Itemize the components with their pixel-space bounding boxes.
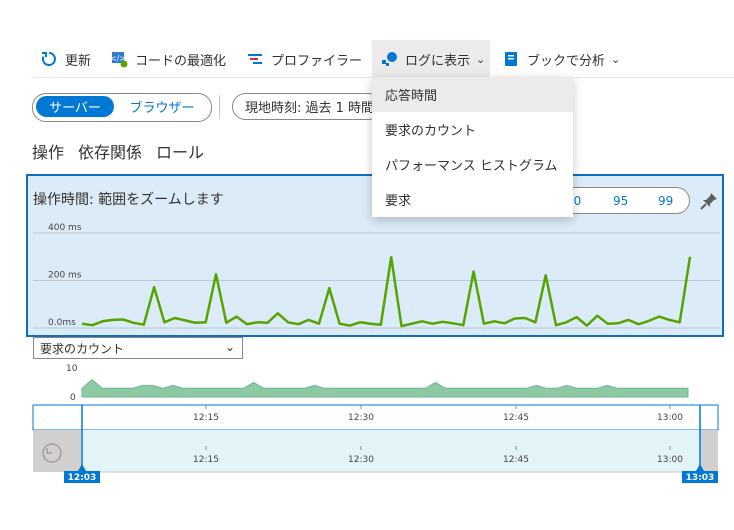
workbook-icon bbox=[502, 50, 520, 68]
x-tick-label: 12:45 bbox=[503, 413, 529, 423]
start-time-label: 12:03 bbox=[68, 473, 97, 483]
y-tick-label: 10 bbox=[66, 364, 78, 374]
browser-toggle-button[interactable]: ブラウザー bbox=[118, 96, 206, 117]
x-tick-label: 12:30 bbox=[348, 413, 374, 423]
menu-item-requests[interactable]: 要求 bbox=[372, 182, 573, 217]
time-brush-area bbox=[33, 430, 718, 472]
category-tabs: 操作 依存関係 ロール bbox=[32, 139, 204, 162]
x-tick-label: 12:15 bbox=[193, 413, 219, 423]
profiler-icon bbox=[246, 50, 264, 68]
refresh-button[interactable]: 更新 bbox=[40, 40, 91, 78]
tab-dependencies[interactable]: 依存関係 bbox=[78, 139, 142, 162]
y-tick-label: 400 ms bbox=[48, 223, 82, 233]
command-toolbar: 更新 </> コードの最適化 プロファイラー ログに表示 ⌄ ブックで分析 ⌄ bbox=[0, 40, 734, 78]
y-tick-label: 0.0ms bbox=[48, 318, 76, 328]
pin-icon[interactable] bbox=[698, 190, 720, 212]
optimize-code-button[interactable]: </> コードの最適化 bbox=[110, 40, 226, 78]
code-optimize-icon: </> bbox=[110, 50, 128, 68]
metric-dropdown[interactable]: 要求のカウント ⌄ bbox=[33, 337, 243, 359]
metric-dropdown-value: 要求のカウント bbox=[40, 341, 125, 356]
brush-x-tick-label: 12:15 bbox=[193, 455, 219, 465]
end-time-label: 13:03 bbox=[686, 473, 715, 483]
refresh-label: 更新 bbox=[65, 53, 92, 69]
percentile-95[interactable]: 95 bbox=[613, 194, 628, 208]
y-tick-label: 200 ms bbox=[48, 271, 82, 281]
brush-x-tick-label: 13:00 bbox=[657, 455, 683, 465]
chevron-down-icon: ⌄ bbox=[611, 52, 621, 66]
request-count-chart: 10012:1512:1512:3012:3012:4512:4513:0013… bbox=[32, 364, 719, 483]
logs-icon bbox=[380, 50, 398, 68]
menu-item-performance-histogram[interactable]: パフォーマンス ヒストグラム bbox=[372, 147, 573, 182]
tab-roles[interactable]: ロール bbox=[156, 139, 204, 162]
duration-line-chart: 400 ms 200 ms 0.0ms bbox=[33, 223, 720, 329]
request-count-area bbox=[81, 378, 689, 398]
y-tick-label: 0 bbox=[70, 393, 76, 403]
filter-divider bbox=[219, 95, 220, 119]
chevron-down-icon: ⌄ bbox=[224, 340, 235, 354]
time-axis bbox=[32, 404, 719, 431]
profiler-button[interactable]: プロファイラー bbox=[246, 40, 362, 78]
analyze-in-workbook-label: ブックで分析 bbox=[527, 53, 606, 69]
x-tick-label: 13:00 bbox=[657, 413, 683, 423]
view-in-logs-menu: 応答時間 要求のカウント パフォーマンス ヒストグラム 要求 bbox=[372, 77, 573, 217]
view-in-logs-button[interactable]: ログに表示 ⌄ bbox=[372, 40, 490, 78]
menu-item-response-time[interactable]: 応答時間 bbox=[372, 77, 573, 112]
chevron-down-icon: ⌄ bbox=[476, 52, 486, 66]
brush-left-shade bbox=[33, 430, 81, 472]
view-in-logs-label: ログに表示 bbox=[405, 53, 471, 69]
time-range-filter[interactable]: 現地時刻: 過去 1 時間 bbox=[232, 93, 382, 120]
brush-x-tick-label: 12:45 bbox=[503, 455, 529, 465]
optimize-code-label: コードの最適化 bbox=[135, 53, 227, 69]
duration-series-line bbox=[81, 255, 692, 328]
brush-right-shade bbox=[700, 430, 718, 472]
panel-title: 操作時間: 範囲をズームします bbox=[33, 192, 224, 208]
refresh-icon bbox=[40, 50, 58, 68]
tab-operations[interactable]: 操作 bbox=[32, 139, 64, 162]
profiler-label: プロファイラー bbox=[271, 53, 363, 69]
brush-x-tick-label: 12:30 bbox=[348, 455, 374, 465]
menu-item-request-count[interactable]: 要求のカウント bbox=[372, 112, 573, 147]
analyze-in-workbook-button[interactable]: ブックで分析 ⌄ bbox=[502, 40, 620, 78]
percentile-99[interactable]: 99 bbox=[658, 194, 673, 208]
server-toggle-button[interactable]: サーバー bbox=[36, 96, 114, 117]
